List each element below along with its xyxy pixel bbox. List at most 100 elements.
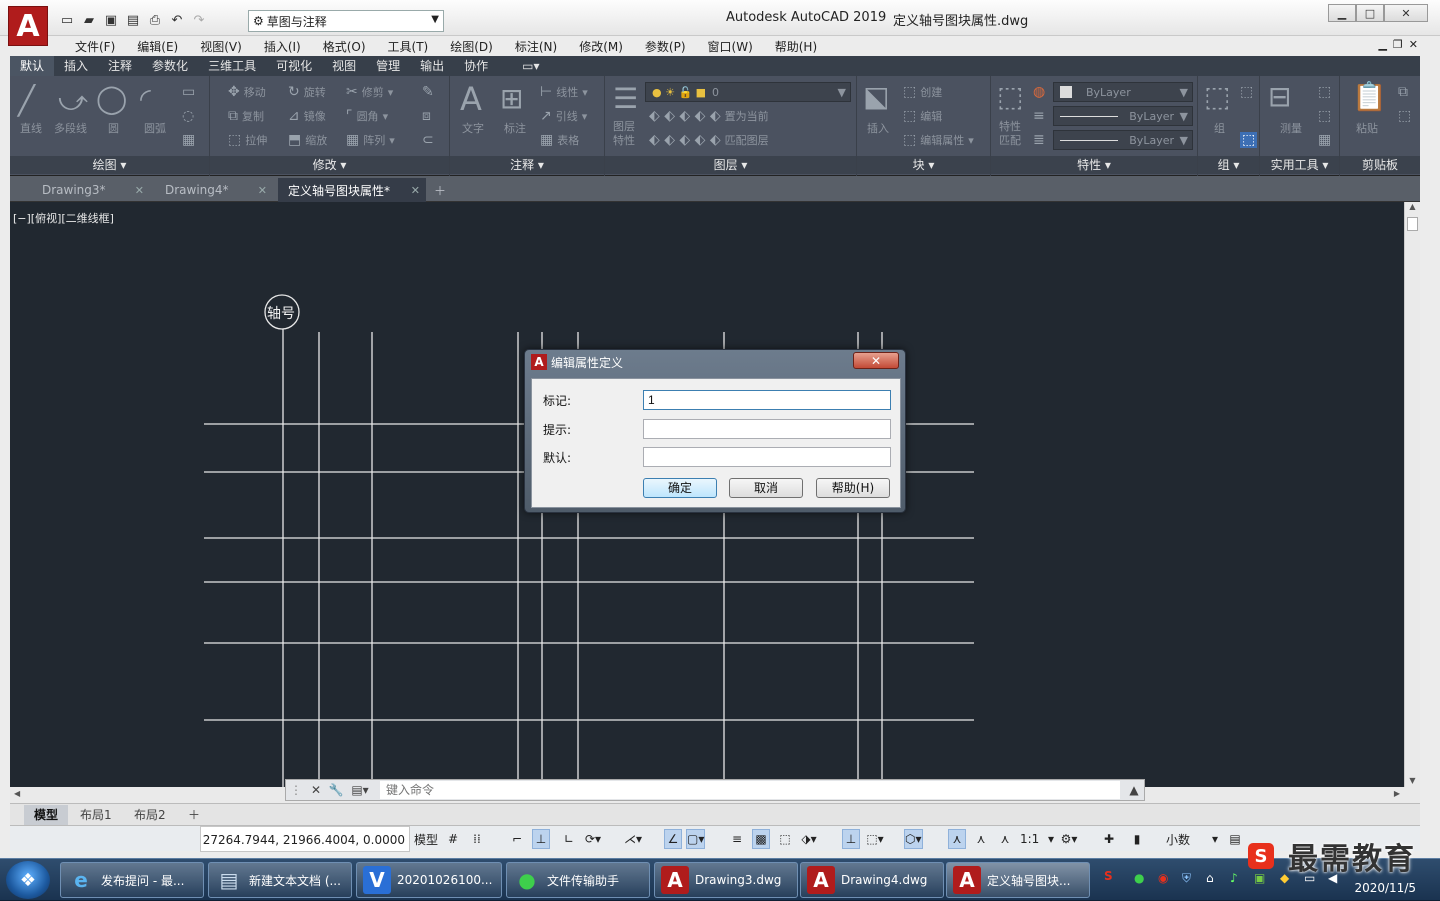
cut-clip-icon[interactable]: ⬚	[1398, 108, 1411, 124]
array-button[interactable]: ▦ 阵列 ▾	[346, 132, 395, 148]
customize-icon[interactable]: 🔧	[326, 783, 346, 797]
infer-icon[interactable]: ⌐	[508, 829, 526, 849]
linear-button[interactable]: ⊢ 线性 ▾	[540, 84, 588, 100]
menu-format[interactable]: 格式(O)	[312, 38, 377, 55]
tab-annotate[interactable]: 注释	[98, 56, 142, 76]
panel-utilities-title[interactable]: 实用工具 ▾	[1260, 156, 1339, 174]
menu-modify[interactable]: 修改(M)	[568, 38, 634, 55]
menu-draw[interactable]: 绘图(D)	[439, 38, 504, 55]
tab-manage[interactable]: 管理	[366, 56, 410, 76]
grid-icon[interactable]: #	[444, 829, 462, 849]
linetype-dropdown[interactable]: ByLayer ▼	[1053, 106, 1193, 126]
panel-block-title[interactable]: 块 ▾	[857, 156, 990, 174]
circle-label[interactable]: 圆	[108, 120, 119, 136]
scale-button[interactable]: ⬒ 缩放	[288, 132, 327, 148]
tab-parametric[interactable]: 参数化	[142, 56, 198, 76]
copy-clip-icon[interactable]: ⧉	[1398, 84, 1408, 100]
close-icon[interactable]: ✕	[306, 783, 326, 797]
network-tray-icon[interactable]: ⌂	[1206, 871, 1214, 885]
group-tool-icon[interactable]: ⬚	[1240, 84, 1253, 100]
lineweight-icon[interactable]: ≡	[728, 829, 746, 849]
command-input[interactable]	[380, 781, 1120, 799]
coordinates-readout[interactable]: 27264.7944, 21966.4004, 0.0000	[200, 826, 410, 852]
copy-button[interactable]: ⧉ 复制	[228, 108, 264, 124]
panel-clipboard-title[interactable]: 剪贴板	[1340, 156, 1420, 174]
insert-label[interactable]: 插入	[867, 120, 889, 136]
panel-modify-title[interactable]: 修改 ▾	[210, 156, 449, 174]
layer-tools-row1[interactable]: ⬖ ⬖ ⬖ ⬖ ⬖ 置为当前	[649, 108, 769, 124]
mirror-button[interactable]: ⊿ 镜像	[288, 108, 326, 124]
tab-output[interactable]: 输出	[410, 56, 454, 76]
tab-view[interactable]: 视图	[322, 56, 366, 76]
rotate-button[interactable]: ↻ 旋转	[288, 84, 326, 100]
close-icon[interactable]: ✕	[411, 184, 420, 197]
tab-default[interactable]: 默认	[10, 56, 55, 76]
command-history-icon[interactable]: ▲	[1124, 783, 1144, 797]
layer-properties-icon[interactable]: ☰	[613, 82, 638, 115]
polyline-icon[interactable]: ⤻	[58, 84, 88, 118]
move-button[interactable]: ✥ 移动	[228, 84, 266, 100]
group-icon[interactable]: ⬚	[1204, 80, 1230, 113]
paste-icon[interactable]: 📋	[1352, 80, 1387, 113]
menu-insert[interactable]: 插入(I)	[253, 38, 312, 55]
measure-icon[interactable]: ⊟	[1268, 80, 1291, 113]
fillet-button[interactable]: ⌜ 圆角 ▾	[346, 108, 388, 124]
taskbar-item-ie[interactable]: e 发布提问 - 最...	[60, 862, 204, 898]
sogou-icon[interactable]: S	[1104, 869, 1113, 883]
circle-icon[interactable]: ◯	[96, 82, 127, 115]
ok-button[interactable]: 确定	[643, 478, 717, 498]
line-icon[interactable]: ╱	[18, 84, 35, 117]
tab-layout2[interactable]: 布局2	[124, 805, 176, 825]
polar-icon[interactable]: ⟳▾	[584, 829, 602, 849]
panel-draw-title[interactable]: 绘图 ▾	[10, 156, 209, 174]
doc-tab-drawing4[interactable]: Drawing4* ✕	[155, 178, 273, 202]
redo-icon[interactable]: ↷	[190, 11, 208, 29]
measure-label[interactable]: 测量	[1280, 120, 1302, 136]
panel-layers-title[interactable]: 图层 ▾	[605, 156, 856, 174]
quick-properties-icon[interactable]: ▤	[1226, 829, 1244, 849]
scroll-thumb[interactable]	[1407, 217, 1418, 231]
tag-input[interactable]	[643, 390, 891, 410]
color-wheel-icon[interactable]: ◍	[1033, 84, 1045, 100]
new-icon[interactable]: ▭	[58, 11, 76, 29]
panel-groups-title[interactable]: 组 ▾	[1198, 156, 1259, 174]
close-icon[interactable]: ✕	[135, 184, 144, 197]
gizmo-icon[interactable]: ⬡▾	[904, 829, 923, 849]
panel-annotation-title[interactable]: 注释 ▾	[450, 156, 604, 174]
units-value[interactable]: 小数	[1154, 829, 1202, 849]
line-label[interactable]: 直线	[20, 120, 42, 136]
tab-layout1[interactable]: 布局1	[70, 805, 122, 825]
units-chevron-icon[interactable]: ▾	[1206, 829, 1224, 849]
snap-icon[interactable]: ⁞⁞	[468, 829, 486, 849]
match-properties-label[interactable]: 特性匹配	[999, 120, 1029, 148]
close-icon[interactable]: ✕	[258, 184, 267, 197]
dynamic-ucs-icon[interactable]: ⊥	[842, 829, 860, 849]
layer-dropdown[interactable]: ● ☀ 🔓 ■ 0 ▼	[645, 82, 851, 102]
lineweight-dropdown[interactable]: ByLayer ▼	[1053, 130, 1193, 150]
volume-tray-icon[interactable]: ♪	[1230, 871, 1238, 885]
menu-parametric[interactable]: 参数(P)	[634, 38, 697, 55]
help-button[interactable]: 帮助(H)	[816, 478, 890, 498]
offset-icon[interactable]: ⊂	[422, 132, 434, 148]
menu-edit[interactable]: 编辑(E)	[126, 38, 189, 55]
new-tab-button[interactable]: ＋	[428, 178, 450, 202]
menu-window[interactable]: 窗口(W)	[697, 38, 764, 55]
vertical-scrollbar[interactable]: ▲ ▼	[1404, 202, 1420, 787]
auto-scale-icon[interactable]: ⋏	[972, 829, 990, 849]
doc-restore-icon[interactable]: ❐	[1393, 38, 1403, 51]
tab-model[interactable]: 模型	[24, 805, 69, 825]
table-button[interactable]: ▦ 表格	[540, 132, 579, 148]
tab-visualize[interactable]: 可视化	[266, 56, 322, 76]
application-menu-button[interactable]: A	[8, 6, 48, 46]
workspace-gear-icon[interactable]: ⚙▾	[1060, 829, 1078, 849]
open-icon[interactable]: ▰	[80, 11, 98, 29]
save-as-icon[interactable]: ▤	[124, 11, 142, 29]
transparency-icon[interactable]: ▩	[752, 829, 770, 849]
weibo-tray-icon[interactable]: ◉	[1158, 871, 1168, 885]
annotation-scale-icon[interactable]: ⋏	[996, 829, 1014, 849]
cancel-button[interactable]: 取消	[729, 478, 803, 498]
dimension-label[interactable]: 标注	[504, 120, 526, 136]
model-space-button[interactable]: 模型	[414, 829, 438, 849]
menu-file[interactable]: 文件(F)	[64, 38, 126, 55]
annotation-scale-value[interactable]: 1:1	[1020, 829, 1039, 849]
